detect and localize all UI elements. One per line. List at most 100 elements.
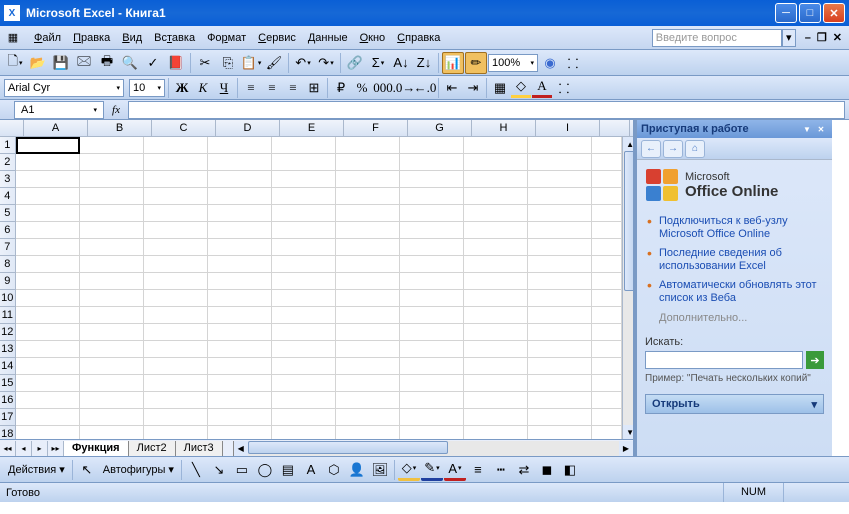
- cell[interactable]: [400, 426, 464, 439]
- cell[interactable]: [272, 171, 336, 188]
- row-header[interactable]: 5: [0, 205, 16, 222]
- cell[interactable]: [80, 409, 144, 426]
- drawing-toggle-icon[interactable]: ✏: [465, 52, 487, 74]
- task-pane-link[interactable]: Подключиться к веб-узлу Microsoft Office…: [645, 212, 824, 244]
- cell[interactable]: [16, 341, 80, 358]
- sort-asc-icon[interactable]: A↓: [390, 52, 412, 74]
- row-header[interactable]: 17: [0, 409, 16, 426]
- cell[interactable]: [464, 324, 528, 341]
- cell[interactable]: [208, 273, 272, 290]
- cell[interactable]: [272, 188, 336, 205]
- cell[interactable]: [592, 137, 622, 154]
- shadow-icon[interactable]: ◼: [536, 459, 558, 481]
- cell[interactable]: [272, 426, 336, 439]
- cell[interactable]: [528, 256, 592, 273]
- menu-данные[interactable]: Данные: [302, 29, 354, 47]
- line-color-icon[interactable]: ✎: [421, 459, 443, 481]
- cell[interactable]: [208, 324, 272, 341]
- cell[interactable]: [336, 324, 400, 341]
- cell[interactable]: [464, 239, 528, 256]
- rectangle-icon[interactable]: ▭: [231, 459, 253, 481]
- cell[interactable]: [272, 205, 336, 222]
- cell[interactable]: [272, 341, 336, 358]
- cell[interactable]: [400, 290, 464, 307]
- autosum-icon[interactable]: Σ: [367, 52, 389, 74]
- row-header[interactable]: 7: [0, 239, 16, 256]
- cell[interactable]: [400, 205, 464, 222]
- align-center-icon[interactable]: ≡: [262, 78, 282, 98]
- toolbar-options-icon[interactable]: ⸬: [562, 52, 584, 74]
- column-header[interactable]: F: [344, 120, 408, 136]
- cell[interactable]: [336, 426, 400, 439]
- cell[interactable]: [272, 307, 336, 324]
- redo-icon[interactable]: ↷: [315, 52, 337, 74]
- cell[interactable]: [144, 426, 208, 439]
- prev-sheet-icon[interactable]: ◂: [16, 441, 32, 456]
- cell[interactable]: [144, 358, 208, 375]
- cell[interactable]: [80, 290, 144, 307]
- row-header[interactable]: 10: [0, 290, 16, 307]
- cell[interactable]: [528, 273, 592, 290]
- cell[interactable]: [80, 341, 144, 358]
- row-header[interactable]: 9: [0, 273, 16, 290]
- cell[interactable]: [464, 273, 528, 290]
- menu-вид[interactable]: Вид: [116, 29, 148, 47]
- cell[interactable]: [16, 358, 80, 375]
- cell[interactable]: [464, 341, 528, 358]
- underline-button[interactable]: Ч: [214, 78, 234, 98]
- cell[interactable]: [464, 188, 528, 205]
- cell[interactable]: [400, 392, 464, 409]
- wordart-icon[interactable]: A: [300, 459, 322, 481]
- row-header[interactable]: 16: [0, 392, 16, 409]
- cell[interactable]: [400, 375, 464, 392]
- chart-wizard-icon[interactable]: 📊: [442, 52, 464, 74]
- cell[interactable]: [80, 222, 144, 239]
- cell[interactable]: [336, 222, 400, 239]
- maximize-button[interactable]: □: [799, 3, 821, 23]
- cell[interactable]: [208, 171, 272, 188]
- cell[interactable]: [144, 307, 208, 324]
- cell[interactable]: [592, 358, 622, 375]
- cell[interactable]: [528, 341, 592, 358]
- zoom-combo[interactable]: 100%▾: [488, 54, 538, 72]
- cell[interactable]: [80, 324, 144, 341]
- row-header[interactable]: 13: [0, 341, 16, 358]
- cell[interactable]: [272, 222, 336, 239]
- cell[interactable]: [144, 375, 208, 392]
- cell[interactable]: [400, 358, 464, 375]
- save-icon[interactable]: 💾: [50, 52, 72, 74]
- cell[interactable]: [144, 273, 208, 290]
- cell[interactable]: [208, 409, 272, 426]
- line-icon[interactable]: ╲: [185, 459, 207, 481]
- cell[interactable]: [400, 341, 464, 358]
- cell[interactable]: [144, 205, 208, 222]
- cell[interactable]: [592, 409, 622, 426]
- cell[interactable]: [16, 222, 80, 239]
- sheet-tab[interactable]: Лист3: [176, 441, 223, 456]
- cell[interactable]: [592, 375, 622, 392]
- help-icon[interactable]: ◉: [539, 52, 561, 74]
- row-header[interactable]: 4: [0, 188, 16, 205]
- home-icon[interactable]: ⌂: [685, 140, 705, 158]
- cell[interactable]: [208, 375, 272, 392]
- cell[interactable]: [80, 137, 144, 154]
- cell[interactable]: [400, 137, 464, 154]
- cell[interactable]: [464, 307, 528, 324]
- toolbar-options-icon[interactable]: ⸬: [553, 77, 575, 99]
- 3d-icon[interactable]: ◧: [559, 459, 581, 481]
- first-sheet-icon[interactable]: ◂◂: [0, 441, 16, 456]
- cell[interactable]: [592, 290, 622, 307]
- comma-icon[interactable]: 000: [373, 78, 393, 98]
- row-header[interactable]: 11: [0, 307, 16, 324]
- bold-button[interactable]: Ж: [172, 78, 192, 98]
- cell[interactable]: [16, 239, 80, 256]
- row-header[interactable]: 2: [0, 154, 16, 171]
- row-header[interactable]: 12: [0, 324, 16, 341]
- cell[interactable]: [400, 409, 464, 426]
- autoshapes-menu[interactable]: Автофигуры ▾: [99, 463, 178, 476]
- cell[interactable]: [144, 324, 208, 341]
- textbox-icon[interactable]: ▤: [277, 459, 299, 481]
- menu-справка[interactable]: Справка: [391, 29, 446, 47]
- cell[interactable]: [400, 273, 464, 290]
- cell[interactable]: [16, 375, 80, 392]
